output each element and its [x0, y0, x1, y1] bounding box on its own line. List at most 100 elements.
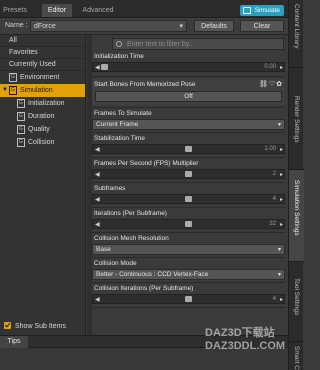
- slider-value: 1.00: [264, 146, 276, 152]
- divider: [92, 76, 285, 77]
- tab-advanced[interactable]: Advanced: [80, 4, 116, 17]
- vtab-label: Tool Settings: [293, 278, 300, 316]
- collision-mesh-resolution-dropdown[interactable]: Base ▾: [92, 244, 285, 255]
- divider: [92, 257, 285, 258]
- decrement-icon[interactable]: ◀: [95, 296, 100, 303]
- preset-row: Name : dForce ▾ Defaults Clear: [0, 18, 288, 35]
- increment-icon[interactable]: ▸: [280, 221, 283, 228]
- tree-item-duration[interactable]: G Duration: [0, 110, 85, 123]
- slider-knob[interactable]: [185, 196, 192, 202]
- preset-name-dropdown[interactable]: dForce ▾: [30, 20, 187, 32]
- simulate-button[interactable]: Simulate: [240, 5, 284, 16]
- category-all[interactable]: All: [0, 35, 85, 47]
- tree-item-initialization[interactable]: G Initialization: [0, 97, 85, 110]
- property-label: Initialization Time: [94, 53, 144, 60]
- vtab-simulation-settings[interactable]: Simulation Settings: [289, 170, 304, 262]
- vtab-render-settings[interactable]: Render Settings: [289, 68, 304, 170]
- category-tree: All Favorites Currently Used G Environme…: [0, 35, 86, 335]
- search-icon: [116, 41, 122, 47]
- slider-value: 0.00: [264, 64, 276, 70]
- slider-knob[interactable]: [185, 221, 192, 227]
- property-label: Stabilization Time: [94, 135, 145, 142]
- tree-item-quality[interactable]: G Quality: [0, 123, 85, 136]
- tree-item-collision[interactable]: G Collision: [0, 136, 85, 149]
- decrement-icon[interactable]: ◀: [95, 196, 100, 203]
- category-favorites[interactable]: Favorites: [0, 47, 85, 59]
- property-options-icons[interactable]: ⛓♡✿: [259, 80, 283, 88]
- property-frames-to-simulate: Frames To Simulate Current Frame ▾: [92, 109, 285, 130]
- vtab-smart-content[interactable]: Smart C: [289, 342, 304, 370]
- tree-label: Simulation: [20, 87, 53, 94]
- property-fps-multiplier: Frames Per Second (FPS) Multiplier ◀ 2 ▸: [92, 159, 285, 179]
- iterations-slider[interactable]: ◀ 32 ▸: [92, 219, 285, 229]
- divider: [92, 132, 285, 133]
- expand-arrow-icon[interactable]: ▼: [2, 84, 8, 97]
- slider-knob[interactable]: [101, 64, 108, 70]
- increment-icon[interactable]: ▸: [280, 171, 283, 178]
- chevron-down-icon: ▾: [277, 272, 281, 278]
- fps-multiplier-slider[interactable]: ◀ 2 ▸: [92, 169, 285, 179]
- vertical-tab-strip: Content Library Render Settings Simulati…: [288, 0, 304, 370]
- tree-label: Initialization: [28, 100, 65, 107]
- filter-placeholder: Enter text to filter by...: [127, 41, 195, 48]
- watermark: DAZ3D下载站 DAZ3DDL.COM: [205, 327, 285, 353]
- tree-label: Collision: [28, 139, 55, 146]
- show-sub-items-checkbox[interactable]: Show Sub Items: [4, 321, 66, 332]
- simulate-label: Simulate: [254, 7, 280, 14]
- property-editor: Enter text to filter by... Initializatio…: [87, 35, 288, 335]
- dropdown-value: Base: [96, 246, 111, 253]
- increment-icon[interactable]: ▸: [280, 196, 283, 203]
- property-label: Subframes: [94, 185, 126, 192]
- vtab-tool-settings[interactable]: Tool Settings: [289, 262, 304, 342]
- vtab-label: Render Settings: [293, 96, 300, 143]
- stabilization-time-slider[interactable]: ◀ 1.00 ▸: [92, 144, 285, 154]
- tab-presets[interactable]: Presets: [2, 4, 28, 17]
- start-bones-toggle[interactable]: Off: [95, 91, 282, 102]
- chevron-down-icon: ▾: [179, 23, 183, 30]
- slider-knob[interactable]: [185, 146, 192, 152]
- filter-input[interactable]: Enter text to filter by...: [112, 38, 284, 50]
- dropdown-value: Better - Continuous : CCD Vertex-Face: [96, 271, 209, 278]
- slider-value: 4: [272, 196, 276, 202]
- property-collision-mesh-resolution: Collision Mesh Resolution Base ▾: [92, 234, 285, 255]
- slider-knob[interactable]: [185, 296, 192, 302]
- group-icon: G: [9, 86, 17, 95]
- increment-icon[interactable]: ▸: [280, 146, 283, 153]
- divider: [92, 182, 285, 183]
- increment-icon[interactable]: ▸: [280, 296, 283, 303]
- property-label: Collision Iterations (Per Subframe): [94, 285, 194, 292]
- subframes-slider[interactable]: ◀ 4 ▸: [92, 194, 285, 204]
- tab-tips[interactable]: Tips: [0, 336, 28, 348]
- property-iterations: Iterations (Per Subframe) ◀ 32 ▸: [92, 209, 285, 229]
- property-collision-mode: Collision Mode Better - Continuous : CCD…: [92, 259, 285, 280]
- property-subframes: Subframes ◀ 4 ▸: [92, 184, 285, 204]
- divider: [92, 107, 285, 108]
- divider: [92, 307, 285, 308]
- initialization-time-slider[interactable]: ◀ 0.00 ▸: [92, 62, 285, 72]
- decrement-icon[interactable]: ◀: [95, 146, 100, 153]
- collision-mode-dropdown[interactable]: Better - Continuous : CCD Vertex-Face ▾: [92, 269, 285, 280]
- show-sub-items-label: Show Sub Items: [15, 323, 66, 330]
- property-label: Collision Mode: [94, 260, 137, 267]
- collision-iterations-slider[interactable]: ◀ 4 ▸: [92, 294, 285, 304]
- defaults-button[interactable]: Defaults: [194, 20, 234, 32]
- decrement-icon[interactable]: ◀: [95, 171, 100, 178]
- slider-value: 32: [269, 221, 276, 227]
- property-stabilization-time: Stabilization Time ◀ 1.00 ▸: [92, 134, 285, 154]
- tree-label: Duration: [28, 113, 55, 120]
- vtab-content-library[interactable]: Content Library: [289, 0, 304, 68]
- dropdown-value: Current Frame: [96, 121, 139, 128]
- category-currently-used[interactable]: Currently Used: [0, 59, 85, 71]
- tab-editor[interactable]: Editor: [42, 4, 72, 17]
- clear-button[interactable]: Clear: [240, 20, 284, 32]
- decrement-icon[interactable]: ◀: [95, 64, 100, 71]
- property-start-bones: Start Bones From Memorized Pose ⛓♡✿ Off: [92, 79, 285, 105]
- frames-to-simulate-dropdown[interactable]: Current Frame ▾: [92, 119, 285, 130]
- tree-item-simulation[interactable]: ▼ G Simulation: [0, 84, 85, 97]
- simulate-icon: [243, 7, 251, 14]
- tree-item-environment[interactable]: G Environment: [0, 71, 85, 84]
- slider-knob[interactable]: [185, 171, 192, 177]
- increment-icon[interactable]: ▸: [280, 64, 283, 71]
- group-icon: G: [17, 138, 25, 147]
- decrement-icon[interactable]: ◀: [95, 221, 100, 228]
